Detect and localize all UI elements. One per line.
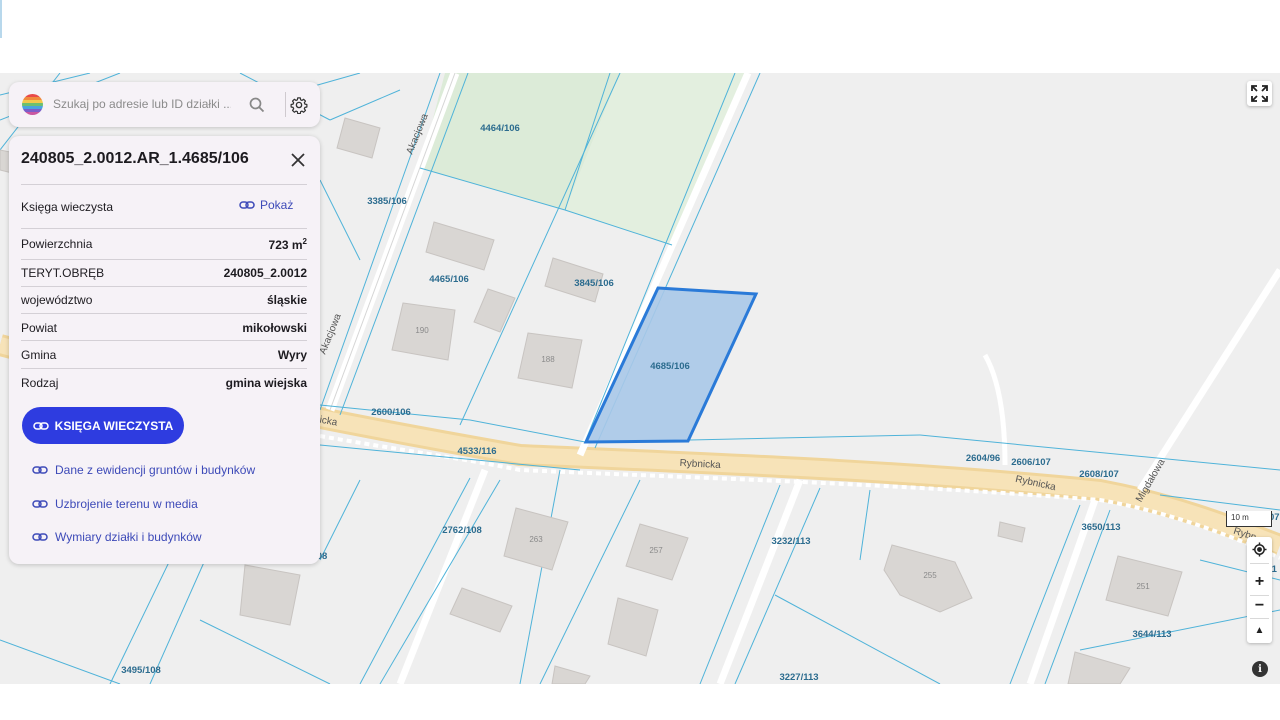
- fullscreen-button[interactable]: [1247, 81, 1272, 106]
- compass-icon: ▲: [1254, 624, 1265, 636]
- link-dimensions[interactable]: Wymiary działki i budynków: [32, 530, 202, 544]
- close-button[interactable]: [287, 149, 309, 171]
- row-type-value: gmina wiejska: [225, 376, 307, 390]
- gear-icon: [290, 96, 307, 114]
- parcel-label: 2604/96: [966, 453, 1000, 464]
- link-land-records-label: Dane z ewidencji gruntów i budynków: [55, 463, 256, 477]
- search-icon: [249, 97, 265, 113]
- link-icon: [32, 466, 48, 474]
- map-controls: + − ▲: [1247, 537, 1272, 643]
- attribution-info-button[interactable]: i: [1252, 661, 1268, 677]
- land-register-show-label: Pokaż: [260, 198, 294, 212]
- separator: [21, 368, 307, 369]
- separator: [1250, 563, 1269, 564]
- link-icon: [32, 421, 49, 430]
- parcel-label: 4464/106: [480, 123, 520, 134]
- zoom-out-button[interactable]: −: [1247, 594, 1272, 618]
- land-register-show-link[interactable]: Pokaż: [239, 198, 293, 212]
- building-number: 255: [923, 571, 937, 580]
- parcel-info-panel: 240805_2.0012.AR_1.4685/106 Księga wiecz…: [9, 136, 320, 564]
- parcel-label: 2608/107: [1079, 469, 1119, 480]
- parcel-label: 2600/106: [371, 407, 411, 418]
- parcel-label: 2762/108: [442, 525, 482, 536]
- locate-button[interactable]: [1247, 537, 1272, 561]
- building-number: 263: [529, 535, 543, 544]
- parcel-label: 3650/113: [1081, 522, 1120, 533]
- building-number: 251: [1136, 582, 1150, 591]
- area-value: 723 m: [268, 238, 303, 252]
- area-unit-sup: 2: [302, 237, 307, 246]
- link-icon: [239, 201, 255, 209]
- zoom-in-button[interactable]: +: [1247, 570, 1272, 594]
- row-commune-value: Wyry: [277, 348, 307, 362]
- road-stub: [982, 353, 1008, 466]
- settings-button[interactable]: [286, 92, 311, 117]
- search-bar: [9, 82, 320, 127]
- building-number: 190: [415, 326, 429, 335]
- parcel-label: 4685/106: [650, 361, 690, 372]
- link-dimensions-label: Wymiary działki i budynków: [55, 530, 202, 544]
- row-county-value: mikołowski: [242, 321, 307, 335]
- separator: [21, 340, 307, 341]
- link-land-records[interactable]: Dane z ewidencji gruntów i budynków: [32, 463, 255, 477]
- app-logo[interactable]: [22, 94, 43, 115]
- link-utilities-label: Uzbrojenie terenu w media: [55, 497, 198, 511]
- road-migdalowa: [1137, 268, 1280, 492]
- search-button[interactable]: [245, 93, 269, 117]
- top-accent: [0, 0, 2, 38]
- land-register-button[interactable]: KSIĘGA WIECZYSTA: [22, 407, 184, 444]
- parcel-label: 3227/113: [779, 672, 818, 683]
- search-input[interactable]: [53, 93, 231, 115]
- separator: [21, 286, 307, 287]
- locate-icon: [1252, 541, 1267, 557]
- top-band: [0, 0, 1280, 73]
- street-label: Akacjowa: [318, 312, 344, 356]
- link-utilities[interactable]: Uzbrojenie terenu w media: [32, 497, 198, 511]
- link-icon: [32, 500, 48, 508]
- parcel-label: 3385/106: [367, 196, 407, 207]
- parcel-label: 4533/116: [457, 446, 496, 457]
- parcel-label: 3232/113: [771, 536, 810, 547]
- parcel-label: 3845/106: [574, 278, 614, 289]
- app-root: 4464/106 3385/106 4465/106 3845/106 4685/106…: [0, 0, 1280, 720]
- parcel-label: 4465/106: [429, 274, 469, 285]
- separator: [21, 259, 307, 260]
- parcel-label: 3644/113: [1132, 629, 1171, 640]
- row-voivodeship-value: śląskie: [266, 293, 307, 307]
- fullscreen-icon: [1251, 85, 1268, 102]
- row-teryt-key: TERYT.OBRĘB: [21, 266, 105, 280]
- scale-bar: 10 m: [1226, 511, 1272, 527]
- separator: [21, 184, 307, 185]
- link-icon: [32, 533, 48, 541]
- land-register-label: Księga wieczysta: [21, 200, 114, 214]
- land-register-button-label: KSIĘGA WIECZYSTA: [54, 418, 174, 433]
- separator: [21, 313, 307, 314]
- row-voivodeship-key: województwo: [21, 293, 93, 307]
- separator: [21, 228, 307, 229]
- street-label: Rybnicka: [679, 458, 721, 471]
- close-icon: [291, 153, 305, 167]
- row-type-key: Rodzaj: [21, 376, 59, 390]
- compass-button[interactable]: ▲: [1247, 618, 1272, 642]
- panel-title: 240805_2.0012.AR_1.4685/106: [21, 150, 249, 167]
- parcel-label: 2606/107: [1011, 457, 1051, 468]
- road-south: [716, 478, 804, 684]
- parcel-label: 3495/108: [121, 665, 161, 676]
- row-area-value: 723 m2: [269, 237, 307, 252]
- row-county-key: Powiat: [21, 321, 58, 335]
- row-commune-key: Gmina: [21, 348, 57, 362]
- building-number: 188: [541, 355, 555, 364]
- row-teryt-value: 240805_2.0012: [223, 266, 307, 280]
- row-area-key: Powierzchnia: [21, 237, 93, 251]
- building-number: 257: [649, 546, 663, 555]
